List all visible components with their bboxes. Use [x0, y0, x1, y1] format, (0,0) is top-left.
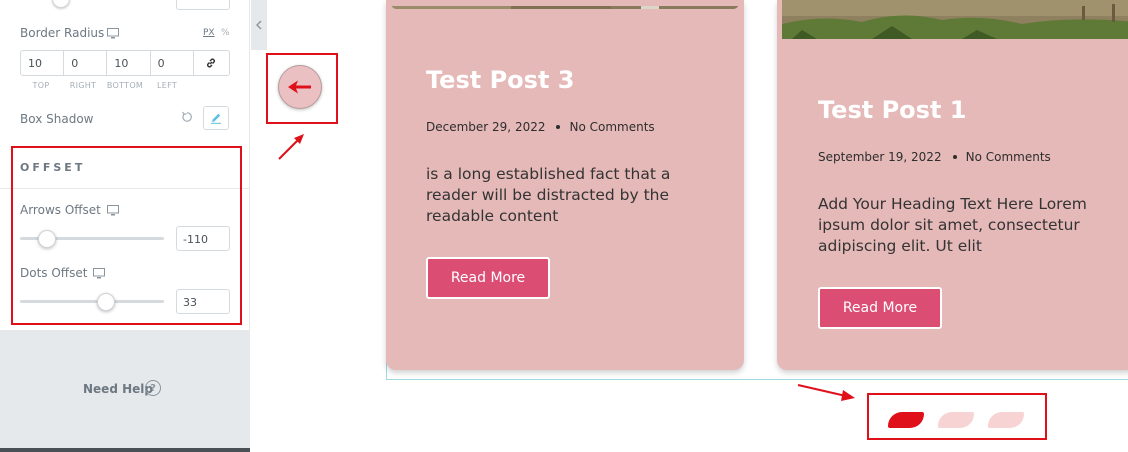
need-help-link[interactable]: Need Help: [83, 382, 153, 396]
panel-footer-bar: [0, 448, 250, 452]
post-comments[interactable]: No Comments: [966, 150, 1051, 164]
radius-left-input[interactable]: 0: [151, 51, 194, 75]
post-thumbnail[interactable]: [782, 0, 1128, 39]
read-more-button[interactable]: Read More: [426, 257, 550, 299]
border-radius-label: Border Radius: [20, 26, 105, 40]
previous-number-input[interactable]: [176, 0, 230, 10]
post-excerpt: Add Your Heading Text Here Lorem ipsum d…: [818, 195, 1087, 255]
help-icon[interactable]: ?: [145, 380, 161, 396]
post-thumbnail[interactable]: [391, 0, 739, 9]
annotation-box-dots: [867, 393, 1047, 440]
unit-px[interactable]: PX: [203, 28, 215, 38]
read-more-button[interactable]: Read More: [818, 287, 942, 329]
chevron-left-icon: [256, 20, 262, 30]
post-meta: December 29, 2022 No Comments: [426, 120, 655, 134]
post-card[interactable]: Test Post 3 December 29, 2022 No Comments…: [386, 0, 744, 370]
link-icon: [207, 58, 216, 68]
radius-top-label: TOP: [32, 81, 50, 90]
post-card[interactable]: Test Post 1 September 19, 2022 No Comment…: [777, 0, 1128, 370]
box-shadow-label: Box Shadow: [20, 112, 94, 126]
radius-right-label: RIGHT: [69, 81, 97, 90]
post-title[interactable]: Test Post 3: [426, 66, 574, 94]
monitor-icon[interactable]: [107, 28, 119, 39]
radius-left-label: LEFT: [156, 81, 178, 90]
post-date: December 29, 2022: [426, 120, 546, 134]
annotation-arrow-icon: [797, 384, 855, 401]
border-radius-dimensions: 10 0 10 0: [20, 50, 230, 76]
post-title[interactable]: Test Post 1: [818, 96, 966, 124]
radius-top-input[interactable]: 10: [21, 51, 65, 75]
carousel-border-bottom: [386, 379, 1128, 380]
post-date: September 19, 2022: [818, 150, 942, 164]
link-values-button[interactable]: [194, 51, 229, 75]
reset-icon[interactable]: [181, 111, 193, 123]
annotation-box-offset: [11, 146, 242, 325]
meta-separator: [556, 124, 561, 129]
post-comments[interactable]: No Comments: [569, 120, 654, 134]
post-excerpt: is a long established fact that a reader…: [426, 165, 671, 225]
annotation-arrow-icon: [278, 134, 304, 160]
radius-bottom-label: BOTTOM: [106, 81, 144, 90]
unit-percent[interactable]: %: [221, 28, 230, 38]
collapse-panel-button[interactable]: [251, 0, 267, 50]
radius-bottom-input[interactable]: 10: [107, 51, 151, 75]
annotation-box-arrow: [266, 53, 338, 124]
box-shadow-edit-button[interactable]: [203, 106, 229, 130]
pencil-icon: [211, 113, 221, 124]
radius-right-input[interactable]: 0: [64, 51, 108, 75]
meta-separator: [952, 154, 957, 159]
previous-slider-handle[interactable]: [52, 0, 70, 8]
post-meta: September 19, 2022 No Comments: [818, 150, 1051, 164]
